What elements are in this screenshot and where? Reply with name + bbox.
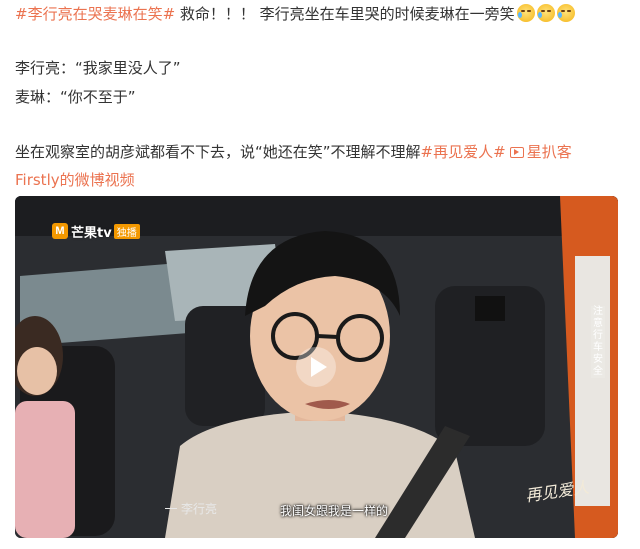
crying-laughing-emoji-icon	[516, 4, 535, 22]
video-link-prefix: 星扒客	[526, 143, 572, 161]
car-safety-sign: 注意行车安全	[591, 306, 605, 378]
video-link-icon	[509, 147, 524, 158]
video-link-suffix[interactable]: Firstly的微博视频	[15, 171, 135, 189]
crying-laughing-emoji-icon	[536, 4, 555, 22]
exclusive-badge: 独播	[113, 223, 140, 239]
quote-mai-lin: 麦琳：“你不至于”	[15, 88, 136, 106]
crying-laughing-emoji-icon	[556, 4, 575, 22]
hashtag-zaijian-airen[interactable]: #再见爱人#	[421, 143, 506, 161]
mango-tv-logo-name: 芒果tv	[71, 225, 112, 241]
quote-li-xingliang: 李行亮：“我家里没人了”	[15, 59, 181, 77]
post-text-1: 救命！！！ 李行亮坐在车里哭的时候麦琳在一旁笑	[175, 5, 515, 23]
post-line-1: #李行亮在哭麦琳在笑# 救命！！！ 李行亮坐在车里哭的时候麦琳在一旁笑	[15, 4, 575, 24]
weibo-post: #李行亮在哭麦琳在笑# 救命！！！ 李行亮坐在车里哭的时候麦琳在一旁笑 李行亮：…	[0, 0, 640, 549]
mango-tv-logo: M 芒果tv 独播	[52, 222, 140, 241]
play-icon[interactable]	[296, 347, 336, 387]
video-player[interactable]: M 芒果tv 独播 注意行车安全 李行亮 我闺女跟我是一样的 再见爱人	[15, 196, 618, 538]
post-line-4: 坐在观察室的胡彦斌都看不下去，说“她还在笑”不理解不理解#再见爱人# 星扒客	[15, 142, 572, 162]
post-text-4: 坐在观察室的胡彦斌都看不下去，说“她还在笑”不理解不理解	[15, 143, 421, 161]
mango-tv-logo-icon: M	[52, 223, 68, 239]
post-line-5: Firstly的微博视频	[15, 170, 135, 190]
video-subtitle: 我闺女跟我是一样的	[280, 504, 389, 518]
hashtag-li-xingliang[interactable]: #李行亮在哭麦琳在笑#	[15, 5, 175, 23]
speaker-name-tag: 李行亮	[165, 500, 217, 517]
video-link[interactable]: 星扒客	[506, 143, 572, 161]
